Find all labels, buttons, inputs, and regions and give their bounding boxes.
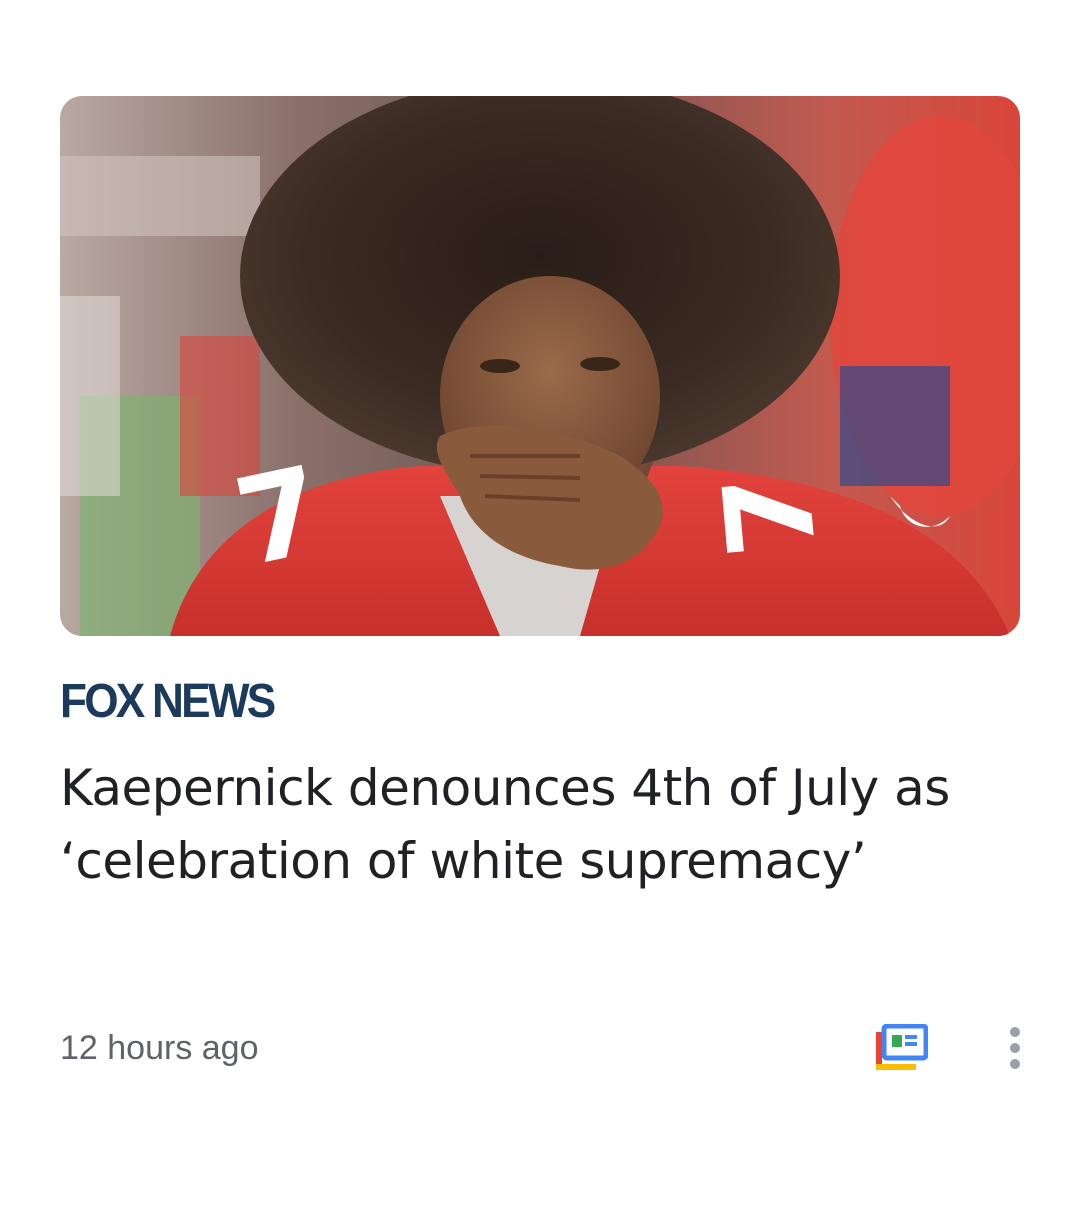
article-meta-row: 12 hours ago (60, 1016, 1040, 1076)
article-photo: 7 7 (60, 96, 1020, 636)
more-options-button[interactable] (990, 1020, 1040, 1076)
timestamp: 12 hours ago (60, 1029, 259, 1067)
svg-text:7: 7 (698, 467, 844, 562)
google-news-button[interactable] (870, 1020, 930, 1076)
article-image[interactable]: 7 7 (60, 96, 1020, 636)
more-vert-icon (1010, 1027, 1020, 1069)
news-card[interactable]: 7 7 FOX NEWS Kaepernick denounces 4th of… (0, 0, 1080, 1208)
publisher-logo: FOX NEWS (60, 675, 276, 728)
google-news-icon (876, 1024, 928, 1070)
article-headline[interactable]: Kaepernick denounces 4th of July as ‘cel… (60, 752, 1040, 898)
